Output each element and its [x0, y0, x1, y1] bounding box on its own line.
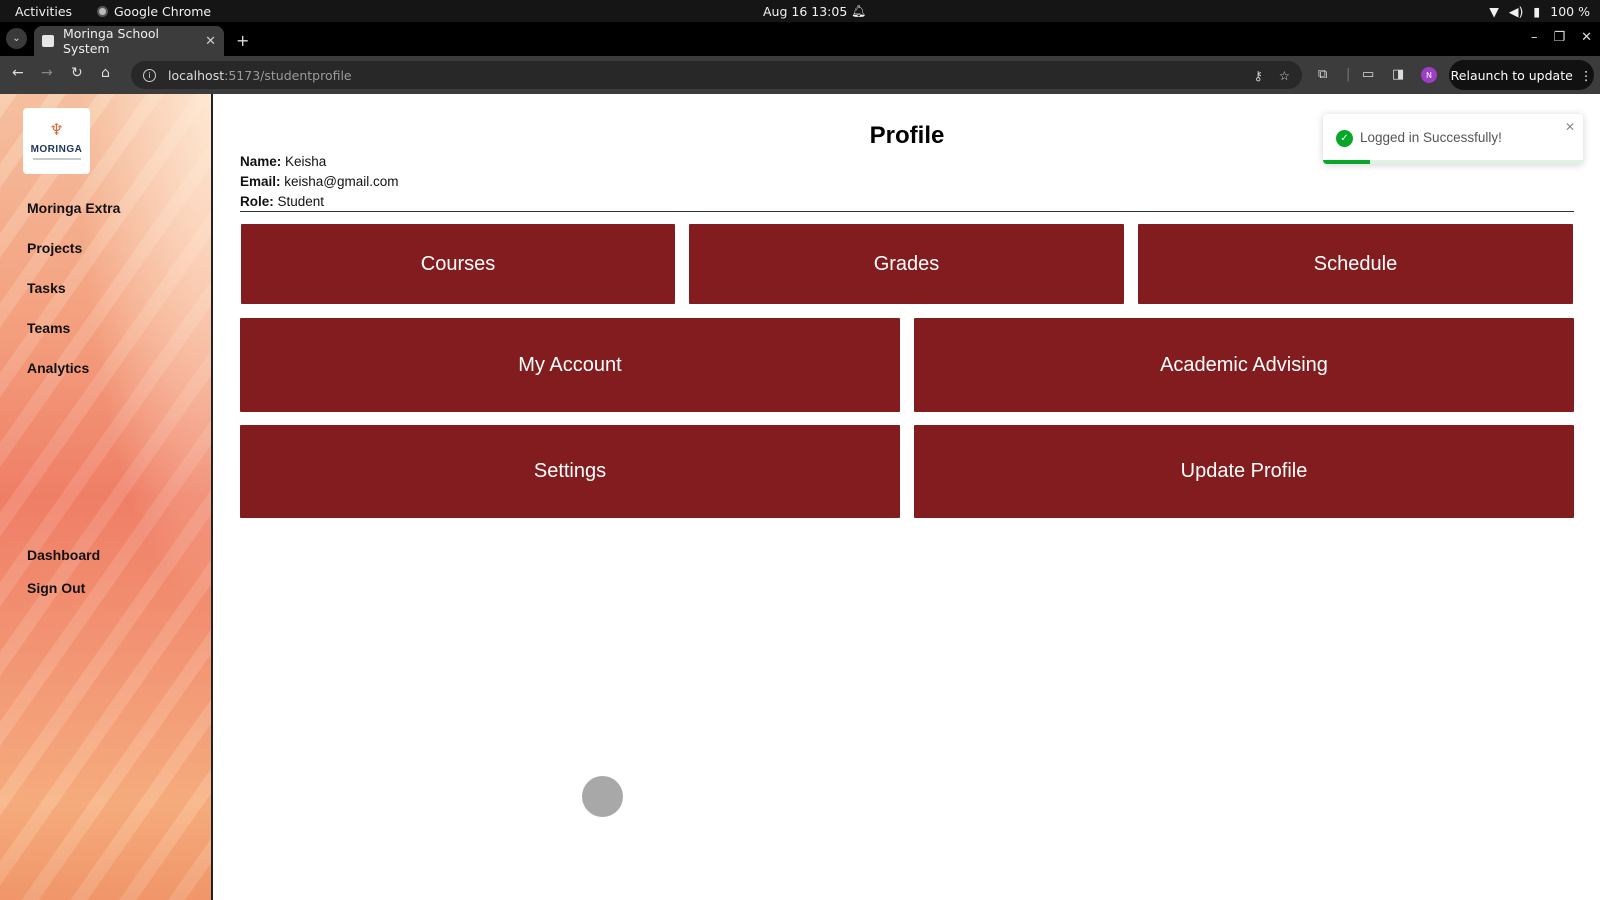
update-profile-card[interactable]: Update Profile — [914, 425, 1574, 518]
grades-card[interactable]: Grades — [689, 224, 1124, 304]
system-top-bar: Activities Google Chrome Aug 16 13:05 🔔︎… — [0, 0, 1600, 22]
toast-progress-track — [1323, 160, 1583, 164]
relaunch-to-update-button[interactable]: Relaunch to update ⋮ — [1449, 60, 1594, 90]
activities-button[interactable]: Activities — [15, 4, 72, 19]
logo-wordmark: MORINGA — [30, 144, 83, 155]
sidebar-link-analytics[interactable]: Analytics — [27, 360, 89, 376]
sidebar-link-tasks[interactable]: Tasks — [27, 280, 66, 296]
kebab-menu-icon: ⋮ — [1579, 67, 1593, 83]
new-tab-button[interactable]: + — [236, 31, 249, 50]
login-success-toast[interactable]: ✓ Logged in Successfully! ✕ — [1323, 114, 1583, 164]
battery-level: 100 % — [1550, 3, 1590, 19]
sidebar-link-sign-out[interactable]: Sign Out — [27, 580, 85, 596]
tab-search-button[interactable]: ⌄ — [6, 28, 27, 49]
web-page: ♆ MORINGA Moringa Extra Projects Tasks T… — [0, 94, 1600, 900]
url-path: :5173/studentprofile — [224, 67, 352, 83]
toolbar-separator: | — [1346, 67, 1351, 82]
sidebar-link-dashboard[interactable]: Dashboard — [27, 547, 100, 563]
side-panel-icon[interactable]: ◨ — [1392, 67, 1404, 82]
url-host: localhost — [168, 67, 225, 83]
sidebar-link-moringa-extra[interactable]: Moringa Extra — [27, 200, 120, 216]
reload-icon[interactable]: ↻ — [71, 65, 83, 81]
page-favicon-icon — [42, 35, 54, 47]
sidebar-link-teams[interactable]: Teams — [27, 320, 70, 336]
bookmark-star-icon[interactable]: ☆ — [1279, 68, 1290, 83]
extensions-icon[interactable]: ⧉ — [1318, 67, 1327, 82]
profile-role-row: Role: Student — [240, 194, 324, 209]
minimize-icon[interactable]: – — [1531, 30, 1538, 45]
profile-avatar[interactable]: N — [1421, 67, 1437, 83]
moringa-logo[interactable]: ♆ MORINGA — [23, 108, 90, 174]
logo-tagline — [32, 158, 81, 160]
academic-advising-card[interactable]: Academic Advising — [914, 318, 1574, 412]
browser-tab-strip: ⌄ Moringa School System ✕ + – ❐ ✕ — [0, 22, 1600, 56]
url-text[interactable]: localhost:5173/studentprofile — [168, 68, 1254, 83]
sidebar-link-projects[interactable]: Projects — [27, 240, 82, 256]
toast-progress-bar — [1323, 160, 1370, 164]
profile-email-row: Email: keisha@gmail.com — [240, 174, 399, 189]
profile-divider — [240, 211, 1574, 212]
schedule-card[interactable]: Schedule — [1138, 224, 1573, 304]
name-label: Name: — [240, 154, 282, 169]
role-value: Student — [277, 194, 325, 209]
active-app-indicator[interactable]: Google Chrome — [97, 4, 211, 19]
toast-close-icon[interactable]: ✕ — [1565, 120, 1575, 134]
volume-icon: ◀) — [1508, 3, 1524, 19]
password-key-icon[interactable]: ⚷ — [1254, 68, 1263, 83]
chrome-icon — [97, 5, 108, 17]
active-app-name: Google Chrome — [114, 3, 212, 19]
profile-name-row: Name: Keisha — [240, 154, 326, 169]
relaunch-label: Relaunch to update — [1450, 67, 1573, 83]
tab-close-icon[interactable]: ✕ — [205, 34, 216, 49]
browser-toolbar: ← → ↻ ⌂ i localhost:5173/studentprofile … — [0, 56, 1600, 94]
window-close-icon[interactable]: ✕ — [1581, 30, 1592, 45]
courses-card[interactable]: Courses — [241, 224, 675, 304]
success-check-icon: ✓ — [1336, 130, 1353, 147]
cast-icon[interactable]: ▭ — [1362, 67, 1374, 82]
window-controls: – ❐ ✕ — [1531, 30, 1592, 45]
role-label: Role: — [240, 194, 274, 209]
toast-message: Logged in Successfully! — [1360, 130, 1502, 145]
browser-tab-active[interactable]: Moringa School System ✕ — [34, 26, 224, 56]
sidebar: ♆ MORINGA Moringa Extra Projects Tasks T… — [0, 94, 213, 900]
site-info-icon[interactable]: i — [143, 68, 156, 82]
address-bar[interactable]: i localhost:5173/studentprofile ⚷ ☆ — [131, 61, 1302, 89]
settings-card[interactable]: Settings — [240, 425, 900, 518]
my-account-card[interactable]: My Account — [240, 318, 900, 412]
battery-icon: ▮ — [1533, 3, 1541, 19]
logo-mark-icon: ♆ — [49, 120, 64, 139]
system-tray[interactable]: ▼ ◀) ▮ 100 % — [1489, 4, 1590, 19]
maximize-icon[interactable]: ❐ — [1553, 30, 1565, 45]
name-value: Keisha — [285, 154, 327, 169]
notification-bell-icon: 🔔︎ — [851, 4, 867, 18]
forward-icon[interactable]: → — [41, 65, 53, 81]
home-icon[interactable]: ⌂ — [101, 65, 110, 81]
system-clock[interactable]: Aug 16 13:05 — [763, 4, 847, 19]
back-icon[interactable]: ← — [12, 65, 24, 81]
omnibox-actions: ⚷ ☆ — [1254, 68, 1290, 83]
email-label: Email: — [240, 174, 281, 189]
touch-cursor-indicator — [582, 776, 623, 817]
wifi-icon: ▼ — [1489, 3, 1499, 19]
email-value: keisha@gmail.com — [284, 174, 399, 189]
tab-title: Moringa School System — [63, 26, 160, 56]
